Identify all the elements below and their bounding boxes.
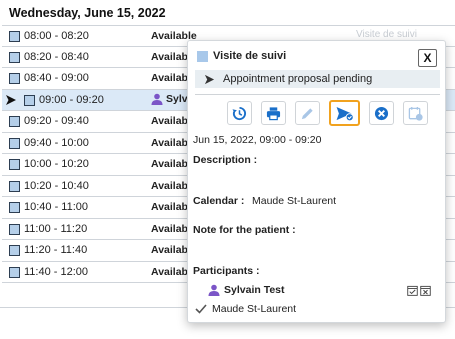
slot-checkbox[interactable] xyxy=(9,116,20,127)
popup-toolbar xyxy=(227,100,437,127)
participant-name: Sylvain Test xyxy=(224,284,285,296)
slot-time: 08:00 - 08:20 xyxy=(24,30,89,42)
cancel-button[interactable] xyxy=(369,101,394,125)
person-icon xyxy=(208,284,220,296)
description-label: Description : xyxy=(193,154,258,166)
slot-checkbox[interactable] xyxy=(9,51,20,63)
calendar-check-button[interactable] xyxy=(403,101,428,125)
participant-row[interactable]: Sylvain Test xyxy=(208,284,285,296)
slot-time: 10:00 - 10:20 xyxy=(24,158,89,170)
slot-time: 11:00 - 11:20 xyxy=(24,222,88,235)
popup-title-row: Visite de suivi xyxy=(197,50,286,62)
calendar-owner-name: Maude St-Laurent xyxy=(212,303,297,315)
slot-checkbox[interactable] xyxy=(9,31,20,42)
slot-checkbox[interactable] xyxy=(9,73,20,84)
calendar-label: Calendar : xyxy=(193,195,245,207)
checkmark-icon xyxy=(195,304,207,314)
participants-label: Participants : xyxy=(193,265,260,277)
slot-time: 11:20 - 11:40 xyxy=(24,244,88,256)
send-proposal-button[interactable] xyxy=(329,100,360,126)
patient-note-label: Note for the patient : xyxy=(193,224,296,236)
calendar-check-icon xyxy=(408,106,423,121)
day-header: Wednesday, June 15, 2022 xyxy=(9,6,166,20)
calendar-x-icon[interactable] xyxy=(420,285,431,296)
send-proposal-icon xyxy=(336,106,354,121)
calendar-check-icon[interactable] xyxy=(407,285,418,296)
edit-icon xyxy=(301,107,313,119)
history-button[interactable] xyxy=(227,101,252,125)
calendar-owner-row: Maude St-Laurent xyxy=(195,303,296,315)
slot-checkbox[interactable] xyxy=(9,223,20,235)
popup-title: Visite de suivi xyxy=(213,50,287,62)
background-event-label: Visite de suivi xyxy=(356,29,417,40)
slot-checkbox[interactable] xyxy=(9,180,20,192)
slot-time: 08:40 - 09:00 xyxy=(24,72,89,84)
cancel-icon xyxy=(374,106,389,120)
send-arrow-icon xyxy=(6,94,16,105)
slot-time: 10:20 - 10:40 xyxy=(24,179,89,192)
edit-button[interactable] xyxy=(295,101,320,125)
slot-time: 09:20 - 09:40 xyxy=(24,115,89,127)
print-button[interactable] xyxy=(261,101,286,125)
slot-checkbox[interactable] xyxy=(24,94,35,106)
appointment-popup: Visite de suivi X Appointment proposal p… xyxy=(187,40,446,323)
slot-checkbox[interactable] xyxy=(9,245,20,256)
participant-actions xyxy=(407,285,433,296)
slot-checkbox[interactable] xyxy=(9,266,20,278)
popup-divider xyxy=(195,94,440,95)
slot-time: 09:00 - 09:20 xyxy=(39,93,104,106)
status-text: Appointment proposal pending xyxy=(223,73,373,85)
status-banner: Appointment proposal pending xyxy=(195,70,440,88)
history-icon xyxy=(232,106,246,120)
send-arrow-icon xyxy=(204,74,215,84)
slot-time: 11:40 - 12:00 xyxy=(24,265,89,278)
slot-time: 09:40 - 10:00 xyxy=(24,136,89,149)
slot-checkbox[interactable] xyxy=(9,159,20,170)
slot-checkbox[interactable] xyxy=(9,202,20,213)
print-icon xyxy=(266,106,281,120)
close-button[interactable]: X xyxy=(418,49,437,67)
calendar-value: Maude St-Laurent xyxy=(252,195,337,207)
slot-time: 10:40 - 11:00 xyxy=(24,201,89,213)
slot-time: 08:20 - 08:40 xyxy=(24,50,89,63)
appointment-datetime: Jun 15, 2022, 09:00 - 09:20 xyxy=(193,134,322,146)
person-icon xyxy=(151,93,163,105)
event-color-swatch xyxy=(197,50,208,62)
slot-checkbox[interactable] xyxy=(9,137,20,149)
